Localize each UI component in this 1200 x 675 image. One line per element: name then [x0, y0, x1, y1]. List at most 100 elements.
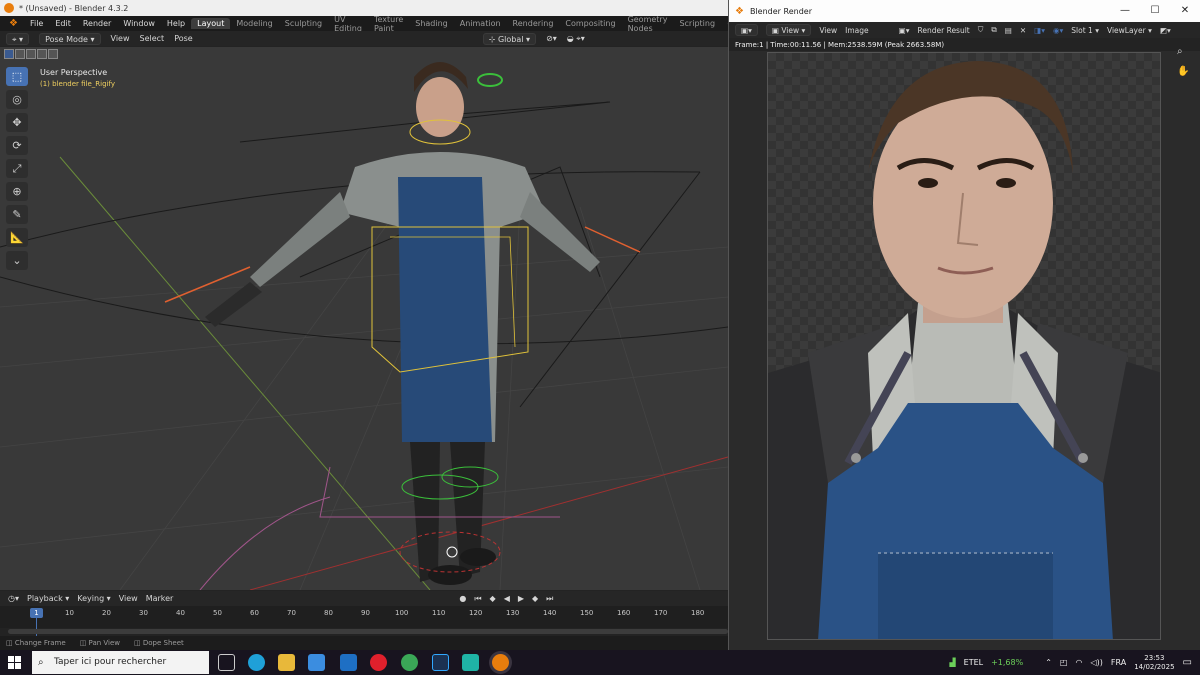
editor-type-dropdown[interactable]: ⌖ ▾	[6, 32, 30, 45]
select-invert-icon[interactable]	[37, 49, 47, 59]
task-view-icon[interactable]	[218, 654, 235, 671]
measure-icon[interactable]: 📐	[6, 228, 28, 247]
menu-help[interactable]: Help	[161, 19, 191, 28]
windows-start-icon[interactable]	[8, 656, 21, 669]
unlink-image-icon[interactable]: ✕	[1020, 26, 1026, 35]
jump-start-icon[interactable]: ⏮	[474, 594, 481, 604]
microsoft-store-icon[interactable]	[308, 654, 325, 671]
pan-hand-icon[interactable]: ✋	[1177, 66, 1189, 77]
status-pan-view-label: Pan View	[88, 639, 121, 647]
selection-mode-buttons	[4, 47, 58, 61]
opera-icon[interactable]	[370, 654, 387, 671]
zoom-icon[interactable]: ⌕	[1177, 46, 1183, 57]
menu-image[interactable]: Image	[845, 26, 869, 35]
menu-file[interactable]: File	[24, 19, 49, 28]
view-layer-dropdown[interactable]: ViewLayer ▾	[1107, 26, 1152, 35]
image-browse-icon[interactable]: ▣▾	[899, 26, 910, 35]
tab-layout[interactable]: Layout	[191, 18, 231, 29]
file-explorer-icon[interactable]	[278, 654, 295, 671]
cursor-icon[interactable]: ◎	[6, 90, 28, 109]
new-image-icon[interactable]: ⧉	[991, 25, 996, 35]
wifi-icon[interactable]: ◠	[1075, 658, 1082, 667]
menu-playback[interactable]: Playback ▾	[27, 594, 69, 603]
menu-view[interactable]: View	[111, 34, 130, 43]
volume-icon[interactable]: ◁))	[1090, 658, 1102, 667]
display-mode-icon[interactable]: ◩▾	[1160, 26, 1171, 35]
camera-wire	[0, 101, 728, 408]
select-subtract-icon[interactable]	[26, 49, 36, 59]
timeline-editor-icon[interactable]: ◷▾	[8, 594, 19, 603]
chevron-up-icon[interactable]: ⌃	[1045, 658, 1052, 667]
tick-170: 170	[654, 609, 668, 617]
open-image-icon[interactable]: ▤	[1005, 26, 1012, 35]
clock[interactable]: 23:53 14/02/2025	[1134, 654, 1174, 672]
record-icon[interactable]: ●	[459, 594, 466, 603]
tick-70: 70	[287, 609, 296, 617]
editor-type-dropdown[interactable]: ▣▾	[735, 24, 758, 36]
taskbar-search-input[interactable]: ⌕ Taper ici pour rechercher	[32, 651, 209, 674]
tab-sculpting[interactable]: Sculpting	[279, 18, 328, 29]
orientation-dropdown[interactable]: ⊹ Global ▾	[482, 32, 537, 45]
rotate-icon[interactable]: ⟳	[6, 136, 28, 155]
tick-90: 90	[361, 609, 370, 617]
photoshop-icon[interactable]	[432, 654, 449, 671]
minimize-button[interactable]: —	[1110, 0, 1140, 22]
annotate-icon[interactable]: ✎	[6, 205, 28, 224]
menu-timeline-view[interactable]: View	[119, 594, 138, 603]
menu-window[interactable]: Window	[117, 19, 161, 28]
language-indicator[interactable]: FRA	[1111, 658, 1126, 667]
tick-180: 180	[691, 609, 705, 617]
next-keyframe-icon[interactable]: ◆	[532, 594, 538, 603]
scale-icon[interactable]: ⤢	[6, 159, 28, 178]
select-new-icon[interactable]	[4, 49, 14, 59]
3d-viewport[interactable]: ⬚ ◎ ✥ ⟳ ⤢ ⊕ ✎ 📐 ⌄ User Perspective (1) b…	[0, 47, 728, 590]
menu-view[interactable]: View	[819, 26, 837, 35]
maximize-button[interactable]: ☐	[1140, 0, 1170, 22]
jump-end-icon[interactable]: ⏭	[546, 594, 553, 604]
timeline-scrollbar[interactable]	[8, 629, 728, 634]
select-box-icon[interactable]: ⬚	[6, 67, 28, 86]
blender-taskbar-icon[interactable]	[492, 654, 509, 671]
menu-edit[interactable]: Edit	[49, 19, 77, 28]
menu-render[interactable]: Render	[77, 19, 117, 28]
notification-icon[interactable]: ▭	[1183, 657, 1192, 668]
close-button[interactable]: ✕	[1170, 0, 1200, 22]
tab-shading[interactable]: Shading	[409, 18, 454, 29]
snap-icon[interactable]: ⊘▾	[546, 34, 557, 43]
outlook-icon[interactable]	[340, 654, 357, 671]
menu-marker[interactable]: Marker	[146, 594, 174, 603]
timeline-ruler[interactable]: 1 10 20 30 40 50 60 70 80 90 100 110 120…	[0, 606, 728, 640]
play-icon[interactable]: ▶	[518, 594, 524, 603]
select-extend-icon[interactable]	[15, 49, 25, 59]
tab-scripting[interactable]: Scripting	[673, 18, 721, 29]
stock-name: ETEL	[963, 658, 984, 667]
tab-rendering[interactable]: Rendering	[507, 18, 560, 29]
display-channels-icon[interactable]: ◉▾	[1053, 26, 1063, 35]
sample-tool-icon[interactable]: ◨▾	[1034, 26, 1045, 35]
move-icon[interactable]: ✥	[6, 113, 28, 132]
blender-menu-icon[interactable]: ❖	[3, 18, 24, 29]
mode-dropdown[interactable]: Pose Mode ▾	[39, 32, 101, 45]
character-model	[205, 62, 600, 585]
chrome-icon[interactable]	[401, 654, 418, 671]
view-mode-dropdown[interactable]: ▣ View ▾	[765, 24, 812, 36]
prev-keyframe-icon[interactable]: ◆	[490, 594, 496, 603]
network-icon[interactable]: ◰	[1060, 658, 1068, 667]
transform-icon[interactable]: ⊕	[6, 182, 28, 201]
edge-browser-icon[interactable]	[248, 654, 265, 671]
tab-animation[interactable]: Animation	[454, 18, 507, 29]
menu-pose[interactable]: Pose	[174, 34, 193, 43]
menu-select[interactable]: Select	[140, 34, 165, 43]
maya-icon[interactable]	[462, 654, 479, 671]
menu-keying[interactable]: Keying ▾	[77, 594, 110, 603]
tab-modeling[interactable]: Modeling	[230, 18, 278, 29]
select-intersect-icon[interactable]	[48, 49, 58, 59]
current-frame-indicator[interactable]: 1	[30, 608, 43, 618]
bone-relax-icon[interactable]: ⌄	[6, 251, 28, 270]
image-name-field[interactable]: Render Result	[917, 26, 969, 35]
proportional-edit-icon[interactable]: ◒ ⌖▾	[567, 34, 585, 44]
play-reverse-icon[interactable]: ◀	[504, 594, 510, 603]
fake-user-icon[interactable]: ⛉	[978, 25, 984, 35]
tab-compositing[interactable]: Compositing	[559, 18, 621, 29]
slot-dropdown[interactable]: Slot 1 ▾	[1071, 26, 1099, 35]
